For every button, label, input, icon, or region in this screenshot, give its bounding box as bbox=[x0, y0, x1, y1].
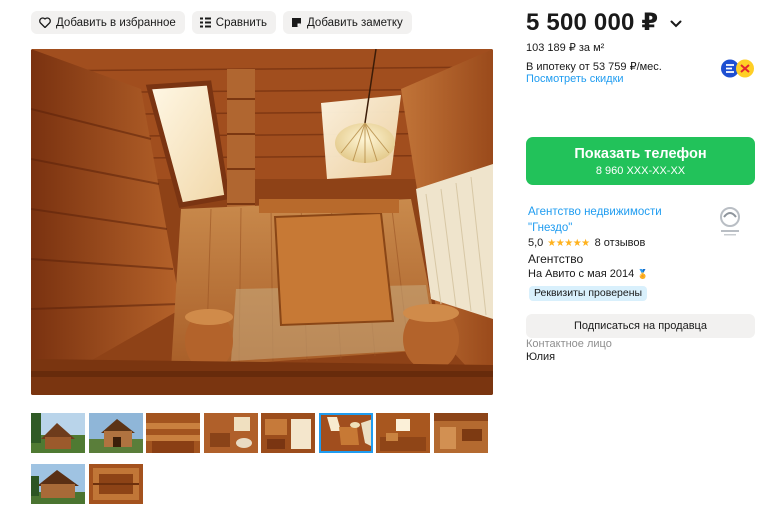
seller-since: На Авито с мая 2014 🏅 bbox=[528, 268, 648, 280]
compare-button[interactable]: Сравнить bbox=[191, 11, 277, 34]
thumbnail-3[interactable] bbox=[146, 413, 200, 453]
listing-toolbar: Добавить в избранное Сравнить Добавить з… bbox=[31, 11, 412, 34]
bank-logo-icon bbox=[721, 59, 754, 78]
phone-masked: 8 960 XXX-XX-XX bbox=[595, 165, 686, 177]
heart-icon bbox=[39, 17, 51, 28]
agency-logo[interactable] bbox=[715, 203, 745, 239]
compare-icon bbox=[199, 17, 211, 28]
show-phone-label: Показать телефон bbox=[574, 146, 707, 162]
show-phone-button[interactable]: Показать телефон 8 960 XXX-XX-XX bbox=[526, 137, 755, 185]
add-note-label: Добавить заметку bbox=[307, 16, 403, 29]
thumbnail-4[interactable] bbox=[203, 413, 258, 453]
thumbnail-7[interactable] bbox=[376, 413, 430, 453]
contact-person-label: Контактное лицо bbox=[526, 338, 612, 350]
add-favorite-label: Добавить в избранное bbox=[56, 16, 176, 29]
thumbnail-1[interactable] bbox=[31, 413, 85, 453]
medal-icon: 🏅 bbox=[637, 269, 649, 279]
mortgage-text: В ипотеку от 53 759 ₽/мес. bbox=[526, 61, 662, 73]
thumbnail-10[interactable] bbox=[88, 464, 143, 504]
rating-value: 5,0 bbox=[528, 237, 544, 249]
contact-person-name: Юлия bbox=[526, 351, 556, 363]
thumbnail-5[interactable] bbox=[261, 413, 315, 453]
compare-label: Сравнить bbox=[215, 16, 268, 29]
note-icon bbox=[292, 18, 302, 27]
discounts-link[interactable]: Посмотреть скидки bbox=[526, 73, 624, 85]
rating-stars: ★★★★★ bbox=[547, 237, 590, 249]
thumbnail-strip bbox=[31, 413, 491, 504]
thumbnail-2[interactable] bbox=[88, 413, 143, 453]
price: 5 500 000 ₽ bbox=[526, 9, 659, 36]
seller-since-text: На Авито с мая 2014 bbox=[528, 268, 635, 280]
seller-type: Агентство bbox=[528, 252, 584, 266]
agency-name-link[interactable]: Агентство недвижимости "Гнездо" bbox=[528, 205, 678, 236]
add-note-button[interactable]: Добавить заметку bbox=[283, 11, 412, 34]
reviews-link[interactable]: 8 отзывов bbox=[595, 237, 646, 249]
main-photo[interactable] bbox=[31, 49, 493, 395]
thumbnail-8[interactable] bbox=[433, 413, 488, 453]
subscribe-button[interactable]: Подписаться на продавца bbox=[526, 314, 755, 338]
price-per-meter: 103 189 ₽ за м² bbox=[526, 42, 605, 54]
verified-badge: Реквизиты проверены bbox=[529, 286, 648, 301]
price-row: 5 500 000 ₽ bbox=[526, 8, 682, 37]
thumbnail-9[interactable] bbox=[31, 464, 85, 504]
thumbnail-6-active[interactable] bbox=[318, 413, 373, 453]
add-favorite-button[interactable]: Добавить в избранное bbox=[31, 11, 185, 34]
rating-row: 5,0 ★★★★★ 8 отзывов bbox=[528, 237, 645, 249]
chevron-down-icon[interactable] bbox=[670, 20, 682, 28]
